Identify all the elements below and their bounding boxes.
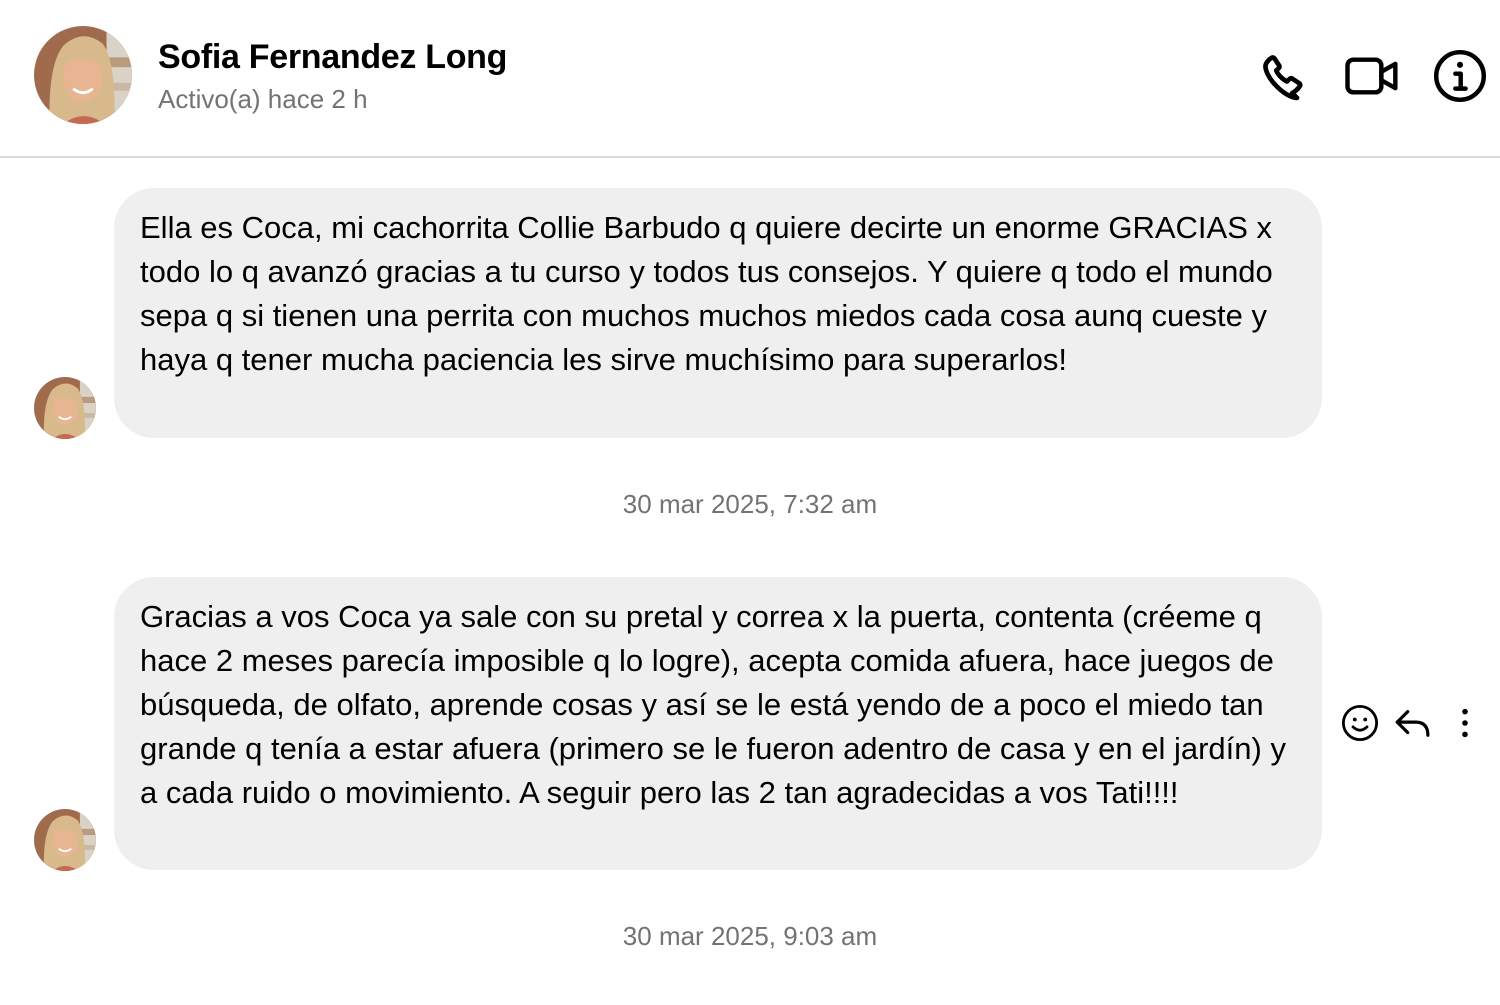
smiley-icon[interactable] (1339, 702, 1381, 744)
more-options-icon[interactable] (1444, 702, 1486, 744)
video-camera-icon[interactable] (1344, 48, 1400, 104)
contact-status: Activo(a) hace 2 h (158, 84, 368, 114)
message-bubble[interactable]: Ella es Coca, mi cachorrita Collie Barbu… (114, 188, 1322, 438)
info-icon[interactable] (1432, 48, 1488, 104)
message-timestamp: 30 mar 2025, 7:32 am (622, 489, 878, 519)
contact-name[interactable]: Sofia Fernandez Long (158, 38, 507, 77)
phone-icon[interactable] (1256, 48, 1312, 104)
sender-avatar[interactable] (34, 809, 96, 871)
sender-avatar[interactable] (34, 377, 96, 439)
message-timestamp: 30 mar 2025, 9:03 am (622, 921, 878, 951)
reply-icon[interactable] (1392, 702, 1434, 744)
contact-avatar[interactable] (34, 26, 132, 124)
message-bubble[interactable]: Gracias a vos Coca ya sale con su pretal… (114, 577, 1322, 870)
chat-header: Sofia Fernandez Long Activo(a) hace 2 h (0, 0, 1500, 158)
